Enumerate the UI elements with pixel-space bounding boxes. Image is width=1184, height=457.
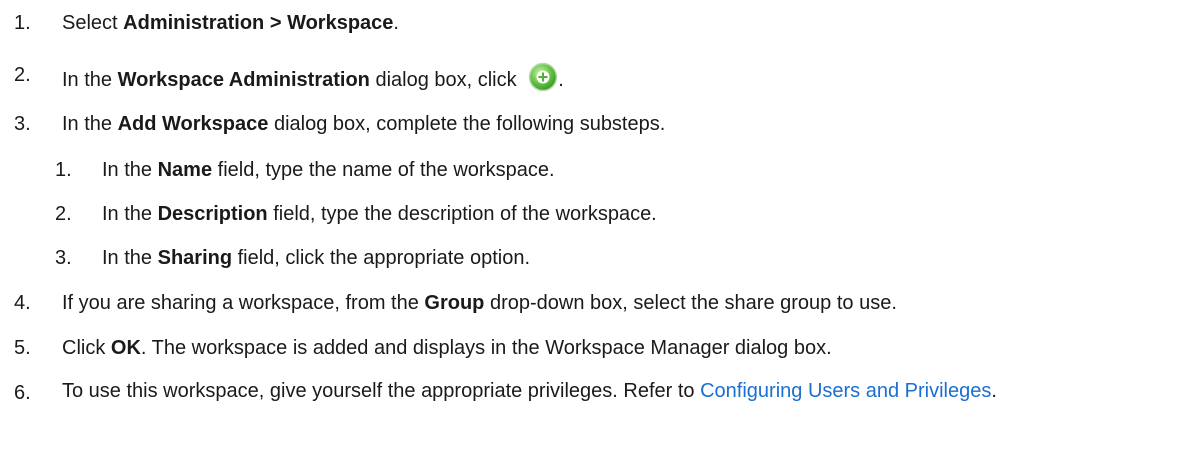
substep-number: 1. <box>55 159 72 181</box>
substep-text: In the Name field, type the name of the … <box>102 157 555 183</box>
step-text: Click OK. The workspace is added and dis… <box>62 335 832 361</box>
substep-text-pre: In the <box>102 159 158 181</box>
substep-text: In the Sharing field, click the appropri… <box>102 245 530 271</box>
step-6: 6. To use this workspace, give yourself … <box>0 380 1184 450</box>
step-number: 4. <box>14 292 31 314</box>
dropdown-name: Group <box>424 292 485 314</box>
substep-text-post: field, type the name of the workspace. <box>212 159 555 181</box>
substep-number: 2. <box>55 203 72 225</box>
step-text-post: . <box>393 12 399 34</box>
substep-text-pre: In the <box>102 203 158 225</box>
step-text: To use this workspace, give yourself the… <box>62 380 1177 402</box>
step-text-post: dialog box, click <box>369 69 523 91</box>
menu-path: Administration > Workspace <box>123 12 394 34</box>
substep-text-post: field, click the appropriate option. <box>232 247 531 269</box>
field-name: Description <box>157 203 268 225</box>
substep-text-post: field, type the description of the works… <box>267 203 657 225</box>
step-text-pre: Select <box>62 12 124 34</box>
add-circle-icon <box>528 62 558 92</box>
step-text: In the Workspace Administration dialog b… <box>62 62 564 93</box>
step-text-pre: If you are sharing a workspace, from the <box>62 292 425 314</box>
substep-number: 3. <box>55 247 72 269</box>
step-text-post: drop-down box, select the share group to… <box>484 292 897 314</box>
step-text-post: . <box>991 380 997 402</box>
step-text-post: . The workspace is added and displays in… <box>140 337 832 359</box>
step-number: 3. <box>14 113 31 135</box>
step-text: If you are sharing a workspace, from the… <box>62 290 897 316</box>
dialog-name: Workspace Administration <box>117 69 370 91</box>
step-number: 5. <box>14 337 31 359</box>
step-text-pre: To use this workspace, give yourself the… <box>62 380 701 402</box>
step-number: 6. <box>14 382 31 404</box>
step-text: In the Add Workspace dialog box, complet… <box>62 111 665 137</box>
field-name: Name <box>157 159 213 181</box>
step-text-pre: In the <box>62 69 118 91</box>
step-number: 1. <box>14 12 31 34</box>
configuring-users-link[interactable]: Configuring Users and Privileges <box>700 380 991 402</box>
substep-text: In the Description field, type the descr… <box>102 201 657 227</box>
step-text-post: dialog box, complete the following subst… <box>268 113 666 135</box>
step-number: 2. <box>14 64 31 86</box>
substep-text-pre: In the <box>102 247 158 269</box>
button-name: OK <box>110 337 141 359</box>
step-text-pre: Click <box>62 337 111 359</box>
dialog-name: Add Workspace <box>117 113 269 135</box>
step-text-pre: In the <box>62 113 118 135</box>
step-text: Select Administration > Workspace. <box>62 10 399 36</box>
step-text-end: . <box>558 69 564 91</box>
field-name: Sharing <box>157 247 233 269</box>
